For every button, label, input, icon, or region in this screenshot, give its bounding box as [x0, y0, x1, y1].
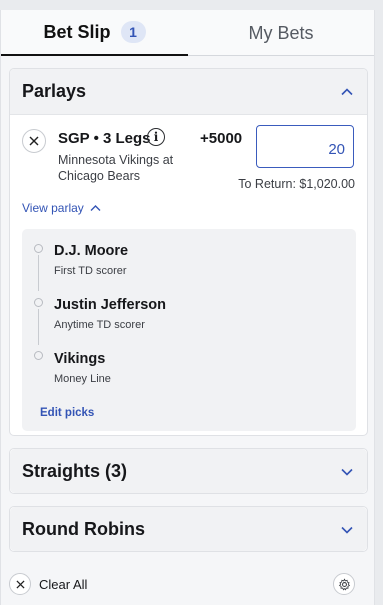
leg-dot	[34, 298, 43, 307]
bet-slip-footer: Clear All	[1, 565, 374, 605]
clear-all-label[interactable]: Clear All	[39, 577, 87, 592]
parlays-title: Parlays	[22, 81, 87, 101]
leg-connector	[38, 255, 39, 291]
matchup: Minnesota Vikings at Chicago Bears	[58, 152, 198, 184]
parlay-odds: +5000	[200, 130, 243, 147]
chevron-up-icon[interactable]	[339, 84, 355, 100]
straights-header[interactable]: Straights (3)	[10, 449, 367, 493]
close-icon	[29, 136, 39, 146]
leg-player: D.J. Moore	[54, 243, 129, 259]
leg-player: Justin Jefferson	[54, 297, 166, 313]
leg-item: D.J. Moore First TD scorer	[54, 243, 128, 277]
straights-title: Straights (3)	[22, 460, 128, 481]
parlays-header[interactable]: Parlays	[10, 69, 367, 115]
view-parlay-link[interactable]: View parlay	[22, 201, 101, 215]
round-robins-header[interactable]: Round Robins	[10, 507, 367, 551]
leg-dot	[34, 351, 43, 360]
parlay-title: SGP • 3 Legs	[58, 130, 151, 147]
bet-count-badge: 1	[120, 21, 146, 43]
matchup-line-1: Minnesota Vikings at	[58, 153, 174, 167]
tab-my-bets[interactable]: My Bets	[188, 10, 374, 56]
parlays-section: Parlays SGP • 3 Legs i Minnesota Vikings…	[9, 68, 368, 436]
chevron-down-icon[interactable]	[339, 522, 355, 538]
tab-bet-slip-label: Bet Slip	[43, 21, 111, 42]
clear-all-button[interactable]	[9, 573, 31, 595]
chevron-up-icon	[90, 205, 101, 211]
chevron-down-icon[interactable]	[339, 464, 355, 480]
leg-market: Anytime TD scorer	[54, 319, 145, 331]
view-parlay-label: View parlay	[22, 201, 84, 215]
matchup-line-2: Chicago Bears	[58, 169, 140, 183]
gear-icon	[338, 577, 350, 590]
leg-connector	[38, 309, 39, 345]
to-return: To Return: $1,020.00	[238, 177, 355, 191]
tab-my-bets-label: My Bets	[248, 22, 314, 43]
leg-market: Money Line	[54, 373, 111, 385]
straights-section[interactable]: Straights (3)	[9, 448, 368, 494]
parlay-bet: SGP • 3 Legs i Minnesota Vikings at Chic…	[10, 125, 367, 215]
tab-bet-slip[interactable]: Bet Slip 1	[1, 10, 188, 56]
parlay-legs-list: D.J. Moore First TD scorer Justin Jeffer…	[22, 229, 356, 431]
leg-item: Justin Jefferson Anytime TD scorer	[54, 297, 166, 331]
round-robins-section[interactable]: Round Robins	[9, 506, 368, 552]
wager-input[interactable]	[256, 125, 354, 168]
bet-slip-panel: Bet Slip 1 My Bets Parlays SGP • 3 Legs …	[0, 10, 375, 605]
leg-market: First TD scorer	[54, 265, 127, 277]
remove-bet-button[interactable]	[22, 129, 46, 153]
info-icon[interactable]: i	[147, 128, 165, 146]
round-robins-title: Round Robins	[22, 518, 145, 539]
tab-bar: Bet Slip 1 My Bets	[1, 10, 374, 56]
settings-button[interactable]	[333, 573, 355, 595]
leg-team: Vikings	[54, 351, 106, 367]
close-icon	[15, 579, 25, 589]
edit-picks-link[interactable]: Edit picks	[40, 407, 94, 419]
leg-item: Vikings Money Line	[54, 351, 111, 385]
leg-dot	[34, 244, 43, 253]
